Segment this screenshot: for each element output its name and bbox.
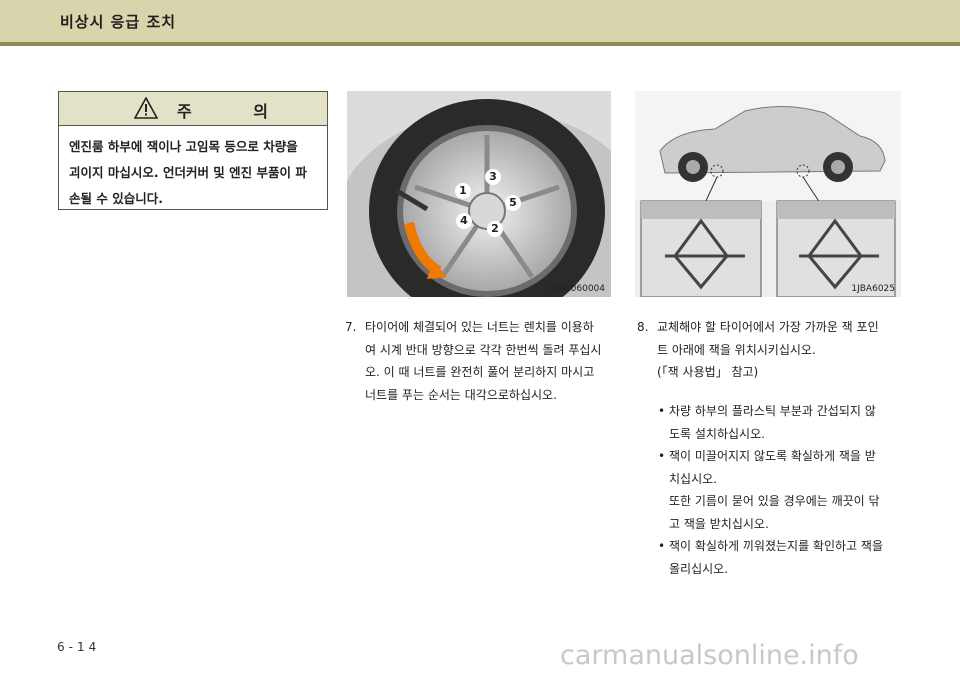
car-jack-illustration [635,91,901,297]
bullet-line: 잭이 확실하게 끼워졌는지를 확인하고 잭을 [669,539,883,553]
step-line: 타이어에 체결되어 있는 너트는 렌치를 이용하 [365,320,594,334]
caution-line: 괴이지 마십시오. 언더커버 및 엔진 부품이 파 [69,165,307,180]
nut-number-5: 5 [505,195,521,211]
figure-code: OHG060004 [549,284,605,294]
bullet-line: 올리십시오. [669,561,729,576]
bullet-line: 차량 하부의 플라스틱 부분과 간섭되지 않 [669,404,876,418]
nut-number-4: 4 [456,213,472,229]
caution-line: 손될 수 있습니다. [69,191,163,206]
bullet-list: • 차량 하부의 플라스틱 부분과 간섭되지 않 도록 설치하십시오. • 잭이… [657,400,907,580]
caution-header: 주 의 [59,92,327,126]
jack-point-photo: 1JBA6025 [635,91,901,297]
bullet-dot-icon: • [658,449,666,463]
bullet-dot-icon: • [658,539,666,553]
caution-text: 엔진룸 하부에 잭이나 고임목 등으로 차량을 괴이지 마십시오. 언더커버 및… [59,126,327,212]
step-line: (「잭 사용법」 참고) [657,365,759,379]
bullet-line: 치십시오. [669,471,717,486]
bullet-line: 고 잭을 받치십시오. [669,516,769,531]
page-number: 6-14 [57,640,101,654]
step-line: 오. 이 때 너트를 완전히 풀어 분리하지 마시고 [365,365,595,379]
caution-line: 엔진룸 하부에 잭이나 고임목 등으로 차량을 [69,139,298,154]
nut-number-1: 1 [455,183,471,199]
caution-title: 주 의 [177,102,297,121]
step-number: 8. [637,320,649,334]
figure-code: 1JBA6025 [851,284,895,294]
bullet-line: 잭이 미끌어지지 않도록 확실하게 잭을 받 [669,449,876,463]
header-divider [0,42,960,46]
step-line: 여 시계 반대 방향으로 각각 한번씩 돌려 푸십시 [365,342,602,357]
step-line: 트 아래에 잭을 위치시키십시오. [657,342,816,357]
bullet-line: 또한 기름이 묻어 있을 경우에는 깨끗이 닦 [669,494,880,508]
bullet-item: • 차량 하부의 플라스틱 부분과 간섭되지 않 도록 설치하십시오. [657,400,907,445]
warning-triangle-icon [134,97,158,119]
watermark: carmanualsonline.info [560,640,859,671]
step-number: 7. [345,320,357,334]
step-line: 너트를 푸는 순서는 대각으로하십시오. [365,387,557,402]
bullet-line: 도록 설치하십시오. [669,426,765,441]
step-line: 교체해야 할 타이어에서 가장 가까운 잭 포인 [657,320,879,334]
bullet-item: • 잭이 미끌어지지 않도록 확실하게 잭을 받 치십시오. 또한 기름이 묻어… [657,445,907,535]
wheel-illustration [347,91,611,297]
bullet-item: • 잭이 확실하게 끼워졌는지를 확인하고 잭을 올리십시오. [657,535,907,580]
nut-number-2: 2 [487,221,503,237]
bullet-dot-icon: • [658,404,666,418]
wheel-lug-nut-photo: 1 2 3 4 5 OHG060004 [347,91,611,297]
step-text: 타이어에 체결되어 있는 너트는 렌치를 이용하 여 시계 반대 방향으로 각각… [365,316,615,406]
nut-number-3: 3 [485,169,501,185]
caution-box: 주 의 엔진룸 하부에 잭이나 고임목 등으로 차량을 괴이지 마십시오. 언더… [58,91,328,210]
step-text: 교체해야 할 타이어에서 가장 가까운 잭 포인 트 아래에 잭을 위치시키십시… [657,316,907,384]
section-title: 비상시 응급 조치 [60,13,177,31]
